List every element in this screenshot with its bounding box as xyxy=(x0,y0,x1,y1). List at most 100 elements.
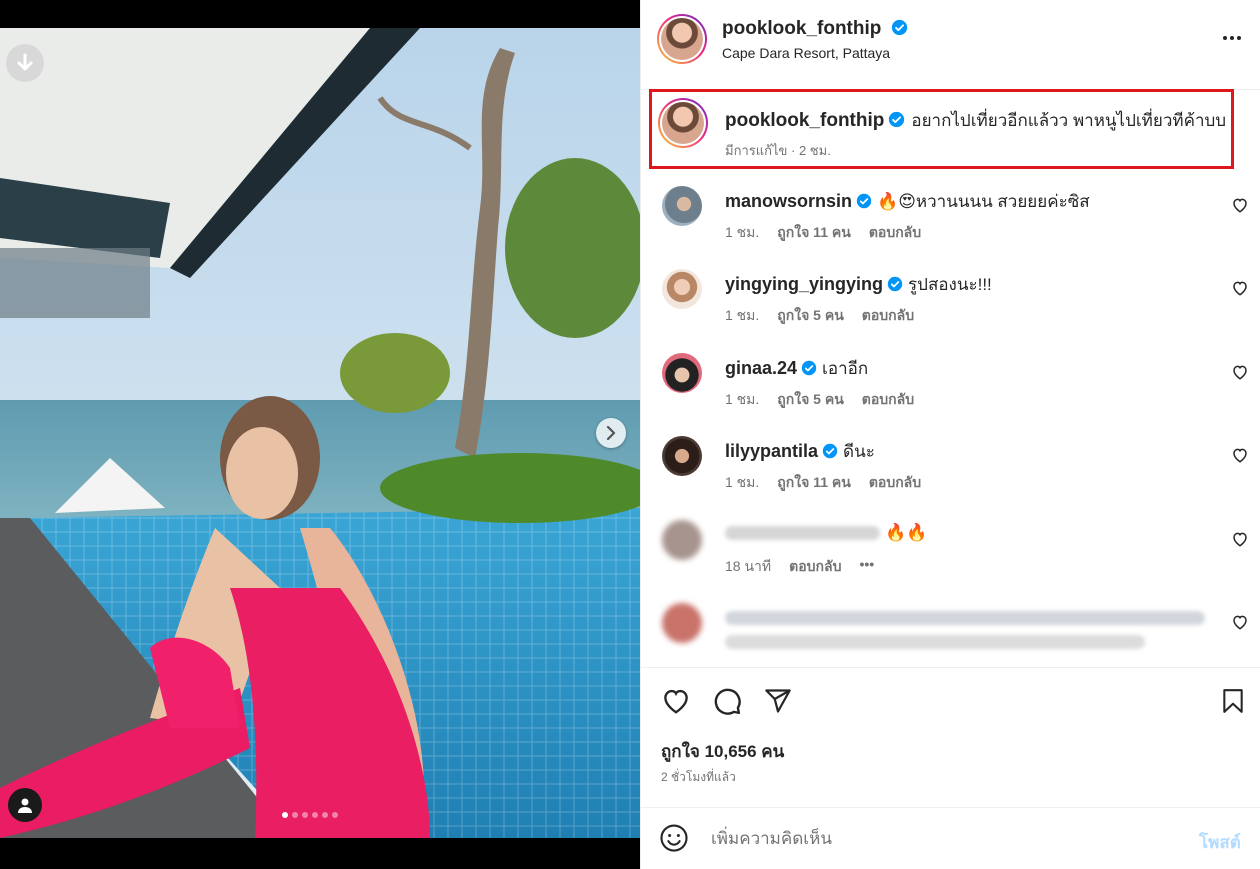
heart-icon[interactable] xyxy=(1231,613,1249,631)
post-timestamp[interactable]: 2 ชั่วโมงที่แล้ว xyxy=(661,768,736,787)
post-location[interactable]: Cape Dara Resort, Pattaya xyxy=(722,45,890,61)
commenter-avatar[interactable] xyxy=(662,186,702,226)
comment-time: 1 ชม. xyxy=(725,391,760,407)
more-options-button[interactable] xyxy=(1217,28,1247,48)
likes-count[interactable]: ถูกใจ 10,656 คน xyxy=(661,738,784,765)
comment-likes[interactable]: ถูกใจ 11 คน xyxy=(777,222,851,244)
caption-author-avatar[interactable] xyxy=(658,98,708,148)
reply-button[interactable]: ตอบกลับ xyxy=(869,472,921,494)
comment-time: 1 ชม. xyxy=(725,307,760,323)
comment-line: yingying_yingying รูปสองนะ!!! xyxy=(725,271,992,298)
caption-line: pooklook_fonthip อยากไปเที่ยวอีกแล้วว พาห… xyxy=(725,107,1226,134)
next-photo-button[interactable] xyxy=(596,418,626,448)
caption-meta: มีการแก้ไข · 2 ชม. xyxy=(725,143,831,158)
comment-item: yingying_yingying รูปสองนะ!!! 1 ชม. ถูกใจ… xyxy=(641,263,1260,343)
verified-badge-icon xyxy=(801,360,817,376)
comment-text: 🔥😍หวานนนน สวยยยค่ะซิส xyxy=(877,192,1090,211)
comment-meta: 1 ชม. ถูกใจ 5 คน ตอบกลับ xyxy=(725,305,914,327)
smiley-icon xyxy=(660,824,688,852)
commenter-username[interactable]: yingying_yingying xyxy=(725,274,883,294)
caption-text: อยากไปเที่ยวอีกแล้วว พาหนูไปเที่ยวทีค้าบ… xyxy=(911,111,1227,130)
commenter-avatar[interactable] xyxy=(662,520,702,560)
carousel-dot xyxy=(312,812,318,818)
reply-button[interactable]: ตอบกลับ xyxy=(789,556,841,578)
comment-text: ดีนะ xyxy=(843,442,875,461)
commenter-avatar[interactable] xyxy=(662,436,702,476)
reply-button[interactable]: ตอบกลับ xyxy=(869,222,921,244)
comment-meta: 1 ชม. ถูกใจ 11 คน ตอบกลับ xyxy=(725,472,921,494)
commenter-username-blurred[interactable] xyxy=(725,526,880,541)
share-button[interactable] xyxy=(761,684,795,718)
divider xyxy=(641,667,1260,668)
post-sidebar: pooklook_fonthip Cape Dara Resort, Patta… xyxy=(640,0,1260,869)
heart-icon[interactable] xyxy=(1231,530,1249,548)
verified-badge-icon xyxy=(822,443,838,459)
comment-time: 1 ชม. xyxy=(725,474,760,490)
comment-meta: 1 ชม. ถูกใจ 5 คน ตอบกลับ xyxy=(725,389,914,411)
post-media[interactable] xyxy=(0,0,640,869)
carousel-dot xyxy=(282,812,288,818)
caption-username[interactable]: pooklook_fonthip xyxy=(725,110,884,131)
comment-meta: 1 ชม. ถูกใจ 11 คน ตอบกลับ xyxy=(725,222,921,244)
carousel-dot xyxy=(302,812,308,818)
carousel-dot xyxy=(332,812,338,818)
like-button[interactable] xyxy=(659,684,693,718)
commenter-username[interactable]: manowsornsin xyxy=(725,191,852,211)
arrow-down-icon xyxy=(17,53,33,71)
comment-composer: โพสต์ xyxy=(641,808,1260,869)
comment-text: เอาอีก xyxy=(822,359,869,378)
comment-text: รูปสองนะ!!! xyxy=(908,275,992,294)
comment-more-button[interactable]: ••• xyxy=(859,556,874,578)
comment-likes[interactable]: ถูกใจ 11 คน xyxy=(777,472,851,494)
commenter-avatar[interactable] xyxy=(662,353,702,393)
comment-item: ginaa.24 เอาอีก 1 ชม. ถูกใจ 5 คน ตอบกลับ xyxy=(641,347,1260,427)
emoji-button[interactable] xyxy=(659,823,691,855)
commenter-username[interactable]: ginaa.24 xyxy=(725,358,797,378)
comment-likes[interactable]: ถูกใจ 5 คน xyxy=(777,389,844,411)
comment-likes[interactable]: ถูกใจ 5 คน xyxy=(777,305,844,327)
author-avatar[interactable] xyxy=(657,14,707,64)
commenter-avatar[interactable] xyxy=(662,269,702,309)
verified-badge-icon xyxy=(856,193,872,209)
tagged-users-button[interactable] xyxy=(8,788,42,822)
comment-item-blurred xyxy=(641,597,1260,666)
comment-item: 🔥🔥 18 นาที ตอบกลับ ••• xyxy=(641,514,1260,594)
comment-text: 🔥🔥 xyxy=(885,523,928,542)
heart-icon[interactable] xyxy=(1231,446,1249,464)
comment-bubble-icon xyxy=(714,688,741,715)
post-caption: pooklook_fonthip อยากไปเที่ยวอีกแล้วว พาห… xyxy=(649,89,1234,169)
blurred-comment-text xyxy=(725,633,1145,651)
chevron-right-icon xyxy=(606,426,616,440)
comments-list[interactable]: manowsornsin 🔥😍หวานนนน สวยยยค่ะซิส 1 ชม. … xyxy=(641,180,1260,666)
author-username[interactable]: pooklook_fonthip xyxy=(722,18,908,40)
verified-badge-icon xyxy=(891,19,907,36)
post-comment-button[interactable]: โพสต์ xyxy=(1199,829,1241,856)
post-photo[interactable] xyxy=(0,28,640,838)
post-header: pooklook_fonthip Cape Dara Resort, Patta… xyxy=(641,0,1260,90)
comment-line: manowsornsin 🔥😍หวานนนน สวยยยค่ะซิส xyxy=(725,188,1090,215)
comment-meta: 18 นาที ตอบกลับ ••• xyxy=(725,556,874,578)
commenter-username[interactable]: lilyypantila xyxy=(725,441,818,461)
comment-line: 🔥🔥 xyxy=(725,522,927,543)
reply-button[interactable]: ตอบกลับ xyxy=(862,305,914,327)
reply-button[interactable]: ตอบกลับ xyxy=(862,389,914,411)
comment-line: lilyypantila ดีนะ xyxy=(725,438,875,465)
heart-icon[interactable] xyxy=(1231,363,1249,381)
post-actions xyxy=(641,680,1260,724)
verified-badge-icon xyxy=(887,276,903,292)
commenter-avatar[interactable] xyxy=(662,603,702,643)
author-username-text[interactable]: pooklook_fonthip xyxy=(722,18,881,39)
heart-icon[interactable] xyxy=(1231,279,1249,297)
carousel-indicator xyxy=(282,812,338,818)
heart-icon[interactable] xyxy=(1231,196,1249,214)
comment-time: 1 ชม. xyxy=(725,224,760,240)
comment-item: manowsornsin 🔥😍หวานนนน สวยยยค่ะซิส 1 ชม. … xyxy=(641,180,1260,260)
comment-line: ginaa.24 เอาอีก xyxy=(725,355,868,382)
comment-button[interactable] xyxy=(710,684,744,718)
comment-time: 18 นาที xyxy=(725,558,772,574)
save-button[interactable] xyxy=(1216,684,1250,718)
comment-item: lilyypantila ดีนะ 1 ชม. ถูกใจ 11 คน ตอบกล… xyxy=(641,430,1260,510)
download-button[interactable] xyxy=(6,44,44,82)
verified-badge-icon xyxy=(889,111,905,128)
comment-input[interactable] xyxy=(711,824,1181,854)
